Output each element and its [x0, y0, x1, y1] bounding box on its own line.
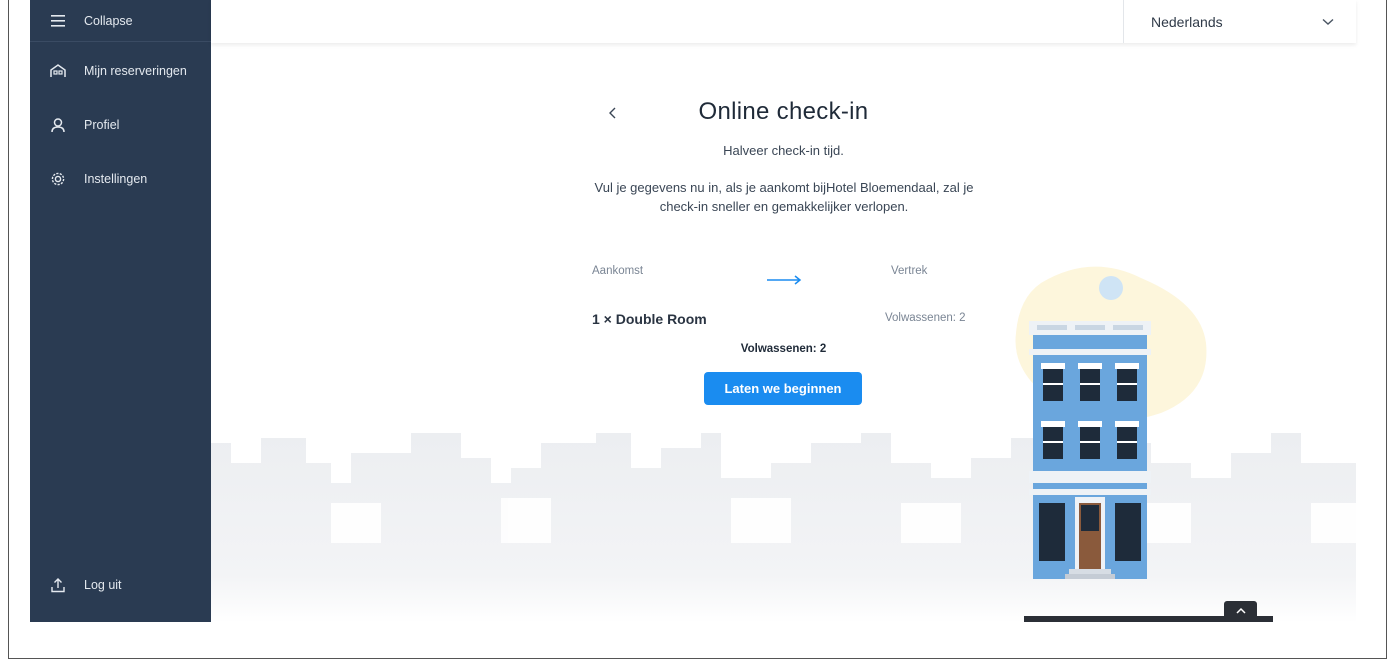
logout-button[interactable]: Log uit: [30, 558, 231, 612]
sidebar-item-profile[interactable]: Profiel: [30, 98, 211, 152]
checkin-main: Online check-in Halveer check-in tijd. V…: [211, 43, 1356, 622]
hotel-building-illustration: [1029, 321, 1151, 579]
hotel-icon: [50, 63, 66, 79]
adults-count: Volwassenen: 2: [740, 343, 827, 355]
skyline-illustration: [211, 433, 1356, 622]
adults-count-right: Volwassenen: 2: [885, 312, 966, 324]
top-header: Nederlands: [211, 0, 1356, 43]
sidebar-item-label: Mijn reserveringen: [84, 64, 187, 78]
title-row: Online check-in: [211, 98, 1356, 126]
sidebar-item-label: Profiel: [84, 118, 120, 132]
chevron-down-icon: [1322, 13, 1334, 31]
menu-icon: [50, 13, 66, 29]
sidebar-item-label: Instellingen: [84, 172, 148, 186]
language-value: Nederlands: [1151, 13, 1223, 30]
sidebar-item-settings[interactable]: Instellingen: [30, 152, 211, 206]
sidebar-item-reservations[interactable]: Mijn reserveringen: [30, 44, 211, 98]
sidebar: Collapse Mijn reserveringen Profiel Inst…: [30, 0, 211, 622]
arrival-label: Aankomst: [592, 265, 644, 277]
arrow-right-icon: [767, 275, 802, 285]
chevron-up-icon: [1235, 601, 1246, 619]
back-chevron-icon[interactable]: [605, 105, 621, 121]
page-title: Online check-in: [698, 98, 869, 125]
user-icon: [50, 117, 66, 133]
logout-icon: [50, 577, 66, 593]
room-type: 1 × Double Room: [592, 311, 707, 327]
collapse-label: Collapse: [84, 13, 133, 28]
logout-label: Log uit: [84, 578, 122, 592]
page-subtitle: Halveer check-in tijd.: [723, 143, 844, 158]
gear-icon: [50, 171, 66, 187]
departure-label: Vertrek: [891, 265, 928, 277]
checkin-description: Vul je gegevens nu in, als je aankomt bi…: [594, 180, 974, 214]
start-checkin-button[interactable]: Laten we beginnen: [704, 372, 862, 405]
language-select[interactable]: Nederlands: [1123, 0, 1356, 43]
scroll-top-button[interactable]: [1224, 601, 1257, 619]
collapse-button[interactable]: Collapse: [30, 0, 211, 42]
